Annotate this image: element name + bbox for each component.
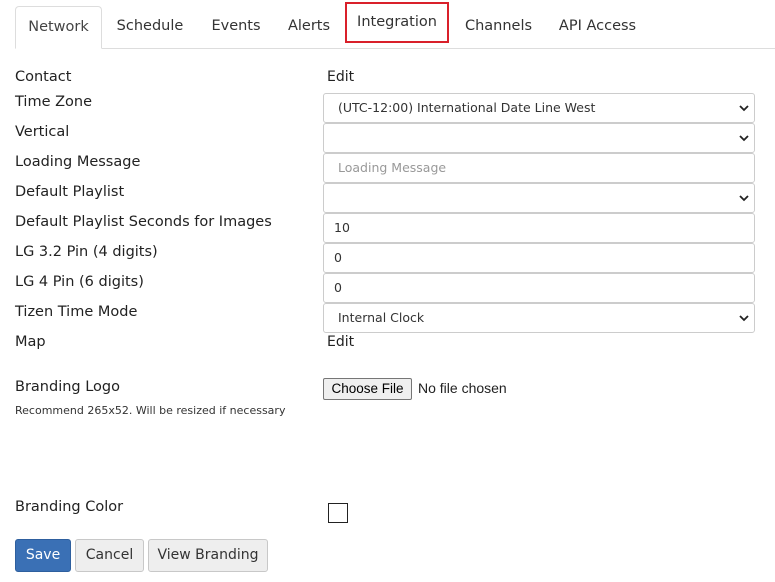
contact-edit-link[interactable]: Edit: [327, 69, 354, 85]
vertical-select[interactable]: [323, 123, 755, 153]
cancel-button[interactable]: Cancel: [75, 539, 144, 572]
contact-label: Contact: [15, 69, 72, 85]
lg32-pin-input[interactable]: 0: [323, 243, 755, 273]
map-edit-link[interactable]: Edit: [327, 334, 354, 350]
tab-api-access[interactable]: API Access: [549, 6, 646, 47]
default-playlist-seconds-value: 10: [334, 220, 350, 235]
loading-message-input[interactable]: Loading Message: [323, 153, 755, 183]
lg32-pin-value: 0: [334, 250, 342, 265]
tizen-time-mode-select[interactable]: Internal Clock: [323, 303, 755, 333]
time-zone-value: (UTC-12:00) International Date Line West: [338, 100, 596, 115]
tab-events[interactable]: Events: [198, 6, 274, 47]
default-playlist-seconds-label: Default Playlist Seconds for Images: [15, 214, 272, 230]
tab-network[interactable]: Network: [15, 6, 102, 49]
vertical-label: Vertical: [15, 124, 70, 140]
default-playlist-seconds-input[interactable]: 10: [323, 213, 755, 243]
branding-color-label: Branding Color: [15, 499, 124, 515]
tab-alerts[interactable]: Alerts: [277, 6, 341, 47]
branding-logo-hint: Recommend 265x52. Will be resized if nec…: [15, 404, 286, 417]
lg4-pin-input[interactable]: 0: [323, 273, 755, 303]
tab-bar: Network Schedule Events Alerts Integrati…: [15, 2, 775, 49]
chevron-down-icon: [739, 135, 749, 142]
chevron-down-icon: [739, 315, 749, 322]
default-playlist-label: Default Playlist: [15, 184, 125, 200]
map-label: Map: [15, 334, 46, 350]
tab-schedule[interactable]: Schedule: [105, 6, 195, 47]
chevron-down-icon: [739, 195, 749, 202]
time-zone-select[interactable]: (UTC-12:00) International Date Line West: [323, 93, 755, 123]
branding-logo-label: Branding Logo: [15, 379, 120, 395]
branding-color-picker[interactable]: [328, 503, 348, 523]
save-button[interactable]: Save: [15, 539, 71, 572]
tizen-time-mode-label: Tizen Time Mode: [15, 304, 138, 320]
chevron-down-icon: [739, 105, 749, 112]
loading-message-placeholder: Loading Message: [338, 160, 447, 175]
choose-file-button[interactable]: Choose File: [323, 378, 412, 400]
tizen-time-mode-value: Internal Clock: [338, 310, 425, 325]
default-playlist-select[interactable]: [323, 183, 755, 213]
tab-channels[interactable]: Channels: [453, 6, 544, 47]
loading-message-label: Loading Message: [15, 154, 141, 170]
lg4-pin-label: LG 4 Pin (6 digits): [15, 274, 144, 290]
lg4-pin-value: 0: [334, 280, 342, 295]
tab-integration[interactable]: Integration: [345, 2, 449, 43]
time-zone-label: Time Zone: [15, 94, 93, 110]
view-branding-button[interactable]: View Branding: [148, 539, 268, 572]
file-status-text: No file chosen: [418, 380, 507, 396]
lg32-pin-label: LG 3.2 Pin (4 digits): [15, 244, 158, 260]
